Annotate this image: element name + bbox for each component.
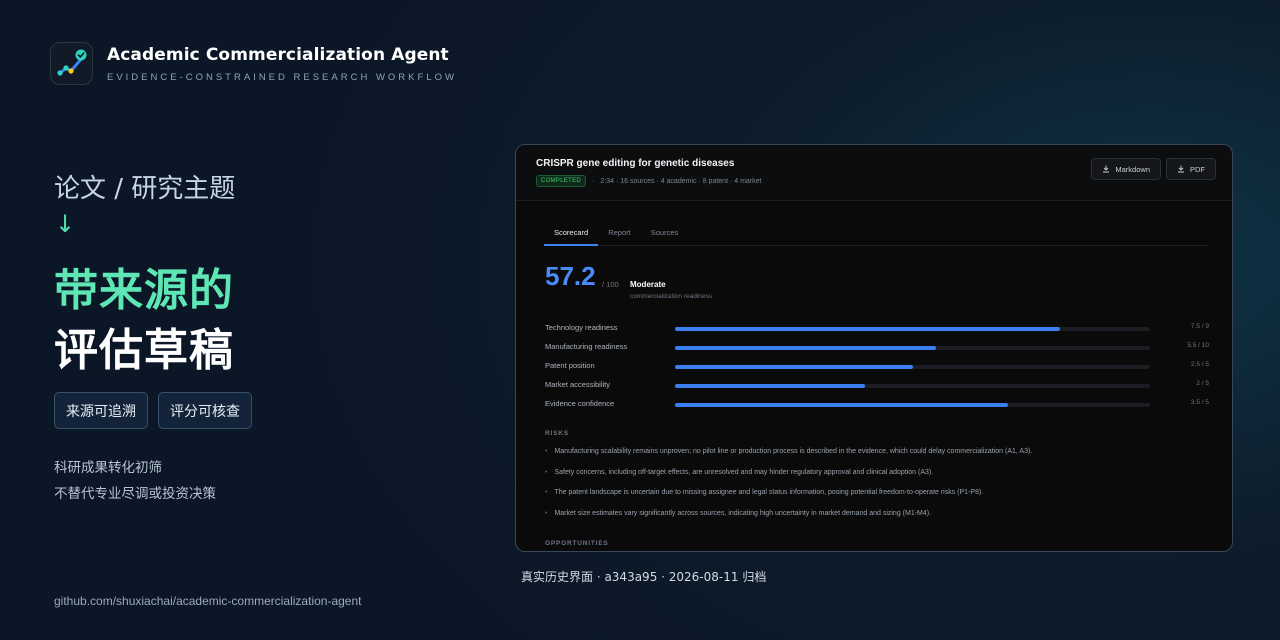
metric-bar <box>675 384 1150 388</box>
metric-bar <box>675 365 1150 369</box>
metric-bar-fill <box>675 384 865 388</box>
note-disclaimer: 不替代专业尽调或投资决策 <box>54 486 216 502</box>
tag-verifiable-scores: 评分可核查 <box>158 392 252 429</box>
risk-item: Manufacturing scalability remains unprov… <box>545 448 1032 455</box>
metric-label: Technology readiness <box>545 323 618 332</box>
trend-chart-check-icon <box>56 49 86 76</box>
metric-bar <box>675 346 1150 350</box>
readiness-level: Moderate <box>630 280 666 289</box>
score-max: / 100 <box>602 280 619 289</box>
metric-row: Market accessibility 2 / 5 <box>545 380 1209 392</box>
report-topic: CRISPR gene editing for genetic diseases <box>536 158 735 169</box>
headline-primary: 带来源的 <box>54 265 234 316</box>
download-markdown-label: Markdown <box>1115 164 1150 174</box>
report-stats: 2:34 · 16 sources · 4 academic · 8 paten… <box>600 177 762 185</box>
overall-score: 57.2 <box>545 261 596 291</box>
tab-report[interactable]: Report <box>598 225 641 246</box>
metric-bar-fill <box>675 327 1060 331</box>
logo <box>50 42 93 85</box>
download-icon <box>1103 165 1110 173</box>
metric-row: Technology readiness 7.5 / 9 <box>545 323 1209 335</box>
metric-value: 5.5 / 10 <box>1187 342 1209 349</box>
arrow-down-icon: ↓ <box>55 210 76 238</box>
headline-secondary: 评估草稿 <box>54 325 234 376</box>
meta-separator: · <box>592 177 595 185</box>
download-buttons: Markdown PDF <box>1091 158 1216 180</box>
report-header: CRISPR gene editing for genetic diseases… <box>516 145 1232 201</box>
metric-bar <box>675 327 1150 331</box>
metric-bar <box>675 403 1150 407</box>
metric-bar-fill <box>675 365 913 369</box>
risk-item: Market size estimates vary significantly… <box>545 510 931 517</box>
metric-label: Evidence confidence <box>545 399 615 408</box>
metric-label: Patent position <box>545 361 595 370</box>
note-purpose: 科研成果转化初筛 <box>54 460 162 476</box>
tag-traceable-sources: 来源可追溯 <box>54 392 148 429</box>
metric-bar-fill <box>675 346 937 350</box>
risks-heading: RISKS <box>545 430 569 437</box>
app-screenshot: CRISPR gene editing for genetic diseases… <box>515 144 1233 552</box>
feature-tags: 来源可追溯 评分可核查 <box>54 392 252 429</box>
opportunities-heading: OPPORTUNITIES <box>545 540 609 547</box>
metric-bar-fill <box>675 403 1008 407</box>
screenshot-caption: 真实历史界面 · a343a95 · 2026-08-11 归档 <box>521 570 767 584</box>
download-pdf-label: PDF <box>1190 164 1205 174</box>
risk-item: The patent landscape is uncertain due to… <box>545 489 983 496</box>
readiness-caption: commercialization readiness <box>630 293 713 300</box>
app-title: Academic Commercialization Agent <box>107 44 449 65</box>
metric-value: 3.5 / 5 <box>1190 399 1209 406</box>
flow-input-label: 论文 / 研究主题 <box>54 174 236 204</box>
repo-link[interactable]: github.com/shuxiachai/academic-commercia… <box>54 594 361 608</box>
brand-header: Academic Commercialization Agent EVIDENC… <box>50 42 457 85</box>
tab-scorecard[interactable]: Scorecard <box>544 225 599 246</box>
metric-value: 2.5 / 5 <box>1190 361 1209 368</box>
report-tabs: Scorecard Report Sources <box>544 225 1208 246</box>
download-markdown-button[interactable]: Markdown <box>1091 158 1161 180</box>
metric-value: 7.5 / 9 <box>1190 323 1209 330</box>
metric-row: Manufacturing readiness 5.5 / 10 <box>545 342 1209 354</box>
metric-row: Evidence confidence 3.5 / 5 <box>545 399 1209 411</box>
app-subtitle: EVIDENCE-CONSTRAINED RESEARCH WORKFLOW <box>107 71 457 83</box>
status-badge: COMPLETED <box>536 175 587 187</box>
metric-label: Manufacturing readiness <box>545 342 628 351</box>
download-pdf-button[interactable]: PDF <box>1166 158 1216 180</box>
risk-item: Safety concerns, including off-target ef… <box>545 469 933 476</box>
report-meta: COMPLETED · 2:34 · 16 sources · 4 academ… <box>536 175 761 187</box>
metric-label: Market accessibility <box>545 380 611 389</box>
download-icon <box>1178 165 1184 173</box>
tab-sources[interactable]: Sources <box>641 225 689 246</box>
metric-value: 2 / 5 <box>1196 380 1209 387</box>
metric-row: Patent position 2.5 / 5 <box>545 361 1209 373</box>
